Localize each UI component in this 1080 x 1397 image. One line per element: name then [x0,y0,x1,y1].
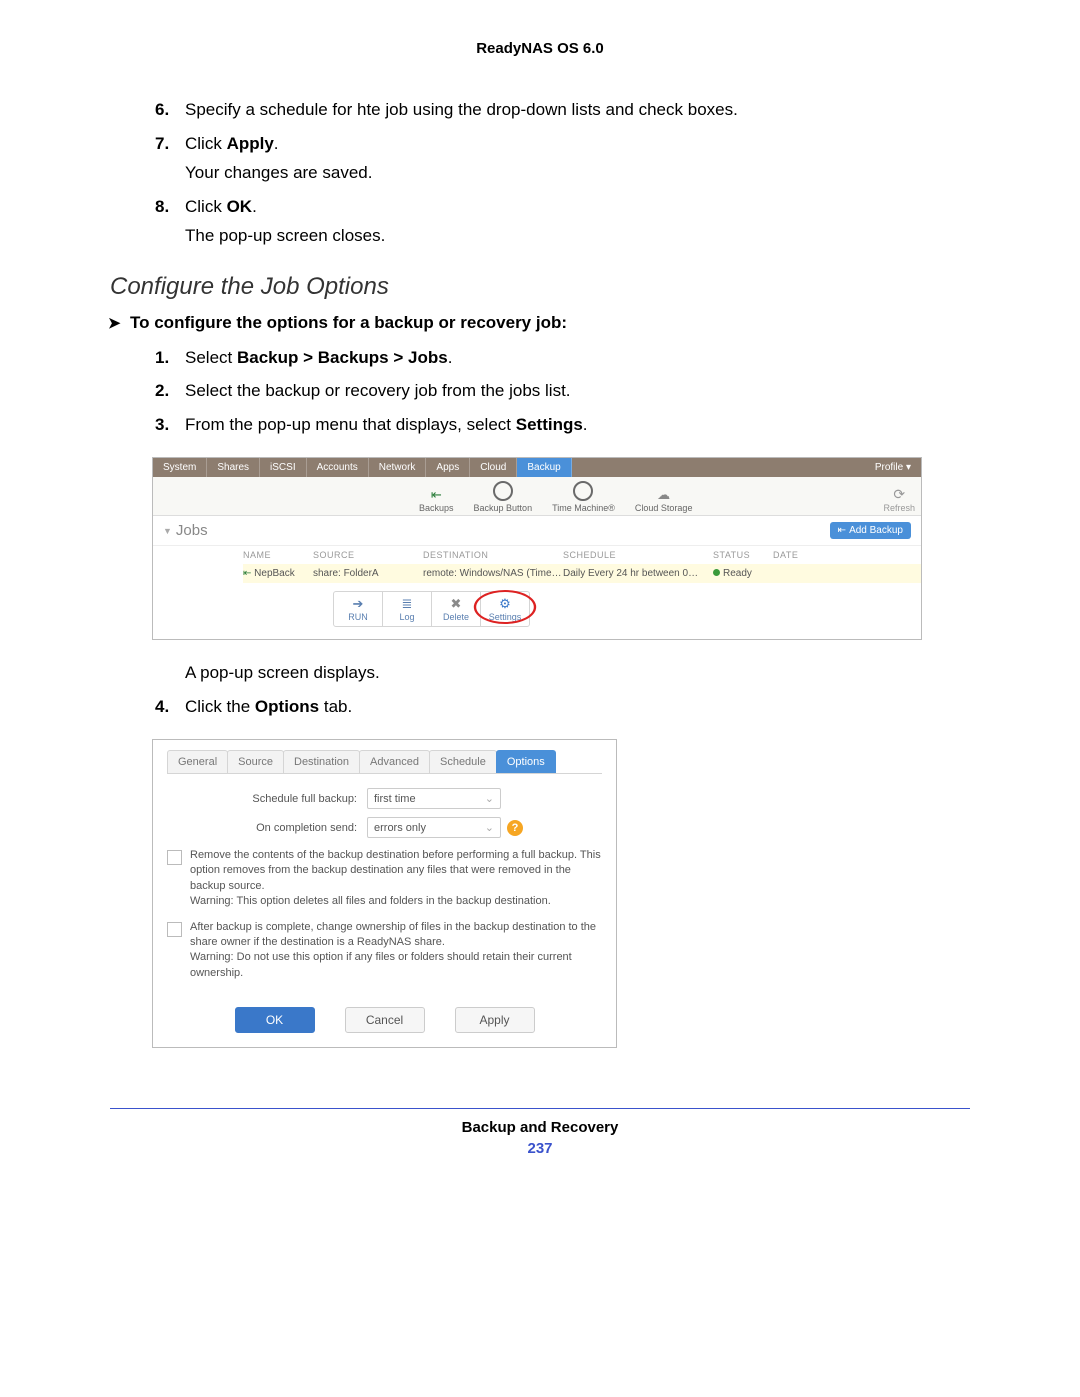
remove-contents-checkbox[interactable] [167,850,182,865]
chevron-down-icon: ⌄ [485,792,494,805]
cancel-button[interactable]: Cancel [345,1007,425,1033]
ok-button[interactable]: OK [235,1007,315,1033]
step-number: 3. [155,412,169,438]
step-sub: Your changes are saved. [185,160,970,186]
subnav-backups[interactable]: ⇤ Backups [419,487,454,513]
step-sub: A pop-up screen displays. [185,660,970,686]
steps-list-1: 6. Specify a schedule for hte job using … [110,97,970,249]
table-header: NAME SOURCE DESTINATION SCHEDULE STATUS … [243,550,921,560]
step-number: 2. [155,378,169,404]
tab-general[interactable]: General [167,750,228,773]
tab-schedule[interactable]: Schedule [429,750,497,773]
delete-icon: ✖ [432,596,480,612]
step-number: 1. [155,345,169,371]
full-backup-select[interactable]: first time⌄ [367,788,501,809]
tab-destination[interactable]: Destination [283,750,360,773]
step-body: Click OK. [185,197,257,216]
add-backup-icon: ⇤ [838,525,846,536]
folder-in-icon: ⇤ [431,487,442,502]
completion-send-label: On completion send: [207,822,367,834]
time-machine-icon [573,481,593,501]
tab-shares[interactable]: Shares [207,458,260,477]
run-icon: ➔ [334,596,382,612]
chevron-down-icon: ⌄ [485,821,494,834]
step-number: 8. [155,194,169,220]
settings-button[interactable]: ⚙Settings [481,592,529,626]
status-dot-icon [713,569,720,576]
gear-icon: ⚙ [481,596,529,612]
tab-iscsi[interactable]: iSCSI [260,458,307,477]
tab-options[interactable]: Options [496,750,556,773]
subheading: Configure the Job Options [110,273,970,301]
jobs-label: Jobs [176,522,208,539]
log-button[interactable]: ≣Log [383,592,432,626]
refresh-button[interactable]: ⟳ Refresh [883,486,915,513]
chevron-right-icon: ➤ [108,314,121,332]
cloud-icon: ☁ [657,487,670,502]
step-body: Select Backup > Backups > Jobs. [185,348,452,367]
tab-cloud[interactable]: Cloud [470,458,517,477]
page-header: ReadyNAS OS 6.0 [110,40,970,57]
step-number: 7. [155,131,169,157]
apply-button[interactable]: Apply [455,1007,535,1033]
tab-backup[interactable]: Backup [517,458,571,477]
profile-menu[interactable]: Profile ▾ [865,458,921,477]
folder-in-icon: ⇤ [243,568,251,579]
subnav-cloud-storage[interactable]: ☁ Cloud Storage [635,487,693,513]
page-rule [110,1108,970,1109]
log-icon: ≣ [383,596,431,612]
add-backup-button[interactable]: ⇤ Add Backup [830,522,911,539]
remove-contents-text: Remove the contents of the backup destin… [190,848,602,910]
tab-apps[interactable]: Apps [426,458,470,477]
screenshot-jobs-list: System Shares iSCSI Accounts Network App… [152,457,922,640]
full-backup-label: Schedule full backup: [207,793,367,805]
step-body: From the pop-up menu that displays, sele… [185,415,588,434]
screenshot-options-dialog: General Source Destination Advanced Sche… [152,739,617,1048]
task-intro: ➤ To configure the options for a backup … [130,313,970,333]
step-number: 6. [155,97,169,123]
main-nav: System Shares iSCSI Accounts Network App… [153,458,921,477]
step-body: Specify a schedule for hte job using the… [185,100,738,119]
tab-advanced[interactable]: Advanced [359,750,430,773]
step-sub: The pop-up screen closes. [185,223,970,249]
dialog-tabs: General Source Destination Advanced Sche… [167,750,602,774]
table-row[interactable]: ⇤ NepBack share: FolderA remote: Windows… [243,564,921,583]
tab-network[interactable]: Network [369,458,427,477]
subnav-backup-button[interactable]: Backup Button [474,481,533,513]
tab-accounts[interactable]: Accounts [307,458,369,477]
tab-source[interactable]: Source [227,750,284,773]
change-ownership-text: After backup is complete, change ownersh… [190,920,602,982]
delete-button[interactable]: ✖Delete [432,592,481,626]
subnav: ⇤ Backups Backup Button Time Machine® ☁ … [153,477,921,516]
steps-list-3: A pop-up screen displays. 4. Click the O… [110,660,970,719]
steps-list-2: 1. Select Backup > Backups > Jobs. 2. Se… [110,345,970,438]
run-button[interactable]: ➔RUN [334,592,383,626]
tab-system[interactable]: System [153,458,207,477]
job-toolbar: ➔RUN ≣Log ✖Delete ⚙Settings [333,591,530,627]
subnav-time-machine[interactable]: Time Machine® [552,481,615,513]
help-icon[interactable]: ? [507,820,523,836]
backup-button-icon [493,481,513,501]
step-body: Select the backup or recovery job from t… [185,381,571,400]
step-number: 4. [155,694,169,720]
completion-send-select[interactable]: errors only⌄ [367,817,501,838]
step-body: Click the Options tab. [185,697,352,716]
page-footer: Backup and Recovery 237 [110,1119,970,1157]
collapse-icon[interactable]: ▼ [163,526,172,536]
step-body: Click Apply. [185,134,279,153]
refresh-icon: ⟳ [893,486,905,502]
change-ownership-checkbox[interactable] [167,922,182,937]
